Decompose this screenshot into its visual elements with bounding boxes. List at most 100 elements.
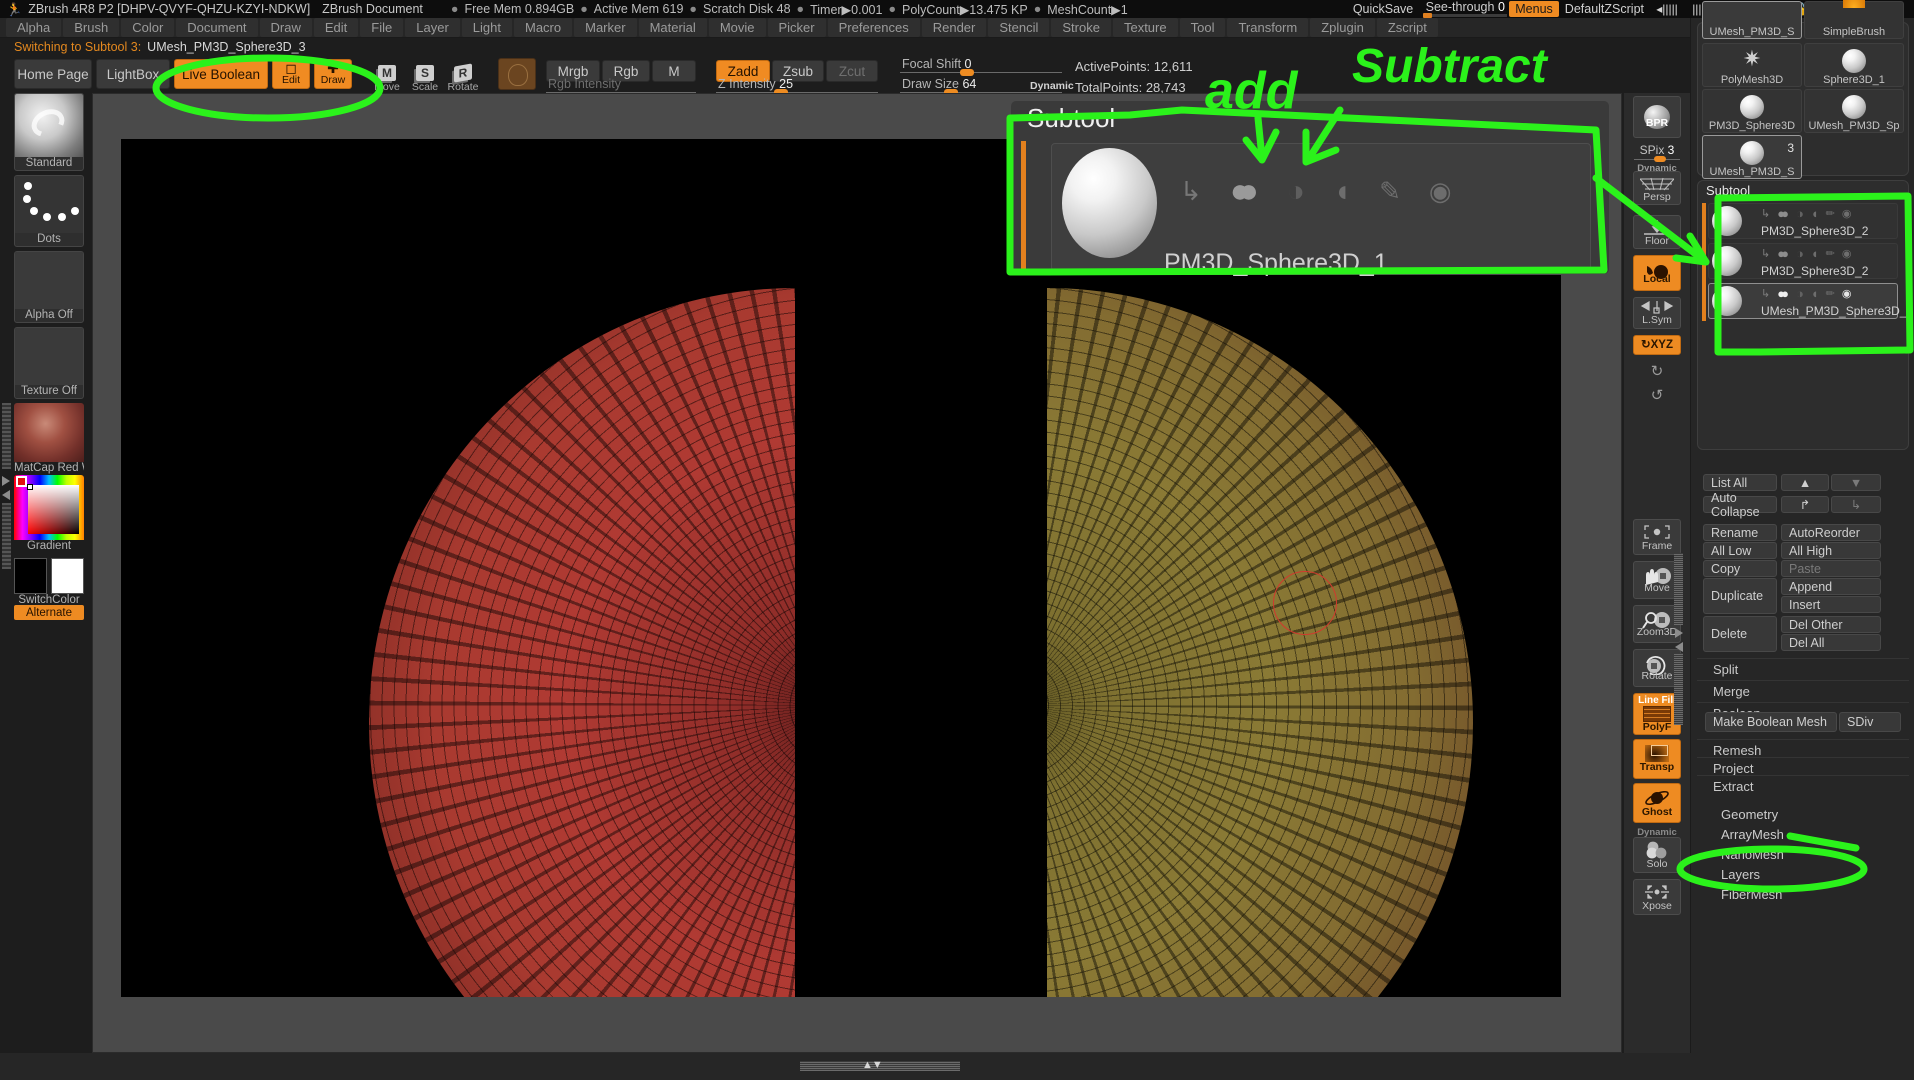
spix-knob[interactable] (1654, 155, 1666, 162)
zscript-label[interactable]: DefaultZScript (1561, 2, 1648, 16)
focal-shift-slider[interactable]: Focal Shift 0 (900, 57, 1062, 76)
all-high-button[interactable]: All High (1781, 542, 1881, 559)
two-spheres-add-icon[interactable]: ●● (1230, 172, 1259, 211)
section-merge[interactable]: Merge (1697, 680, 1909, 702)
rotate-button[interactable]: R Rotate (446, 57, 480, 93)
home-page-button[interactable]: Home Page (14, 59, 92, 89)
menu-item-edit[interactable]: Edit (313, 18, 359, 37)
move-button[interactable]: M Move (370, 57, 404, 93)
list-all-button[interactable]: List All (1703, 474, 1777, 491)
menu-item-transform[interactable]: Transform (1227, 18, 1309, 37)
paint-icon[interactable]: ✏ (1826, 207, 1835, 220)
menu-item-document[interactable]: Document (176, 18, 258, 37)
local-button[interactable]: Local (1633, 255, 1681, 291)
rightbar-grip-top[interactable] (1674, 553, 1683, 625)
eye-visibility-icon[interactable]: ◉ (1429, 176, 1452, 207)
move-up-button[interactable]: ▲ (1781, 474, 1829, 491)
move-down-icon[interactable]: ↳ (1180, 176, 1202, 207)
xpose-button[interactable]: Xpose (1633, 879, 1681, 915)
make-boolean-mesh-button[interactable]: Make Boolean Mesh (1705, 712, 1837, 732)
subtool-row-0[interactable]: ↳ ●● ◑ ◖ ✏ ◉ PM3D_Sphere3D_2 (1708, 203, 1898, 239)
rename-button[interactable]: Rename (1703, 524, 1777, 541)
copy-button[interactable]: Copy (1703, 560, 1777, 577)
two-spheres-add-icon[interactable]: ●● (1777, 206, 1789, 221)
shelf-item-alpha[interactable]: Alpha Off (14, 251, 84, 323)
fold-up-button[interactable]: ↱ (1781, 496, 1829, 513)
move-down-icon[interactable]: ↳ (1761, 207, 1770, 220)
transp-button[interactable]: Transp (1633, 739, 1681, 779)
z-intensity-slider[interactable]: Z Intensity 25 (716, 77, 878, 96)
paint-icon[interactable]: ✏ (1826, 247, 1835, 260)
duplicate-button[interactable]: Duplicate (1703, 578, 1777, 614)
scale-button[interactable]: S Scale (408, 57, 442, 93)
shelf-item-brush[interactable]: Standard (14, 93, 84, 171)
swatch-white[interactable] (51, 558, 84, 594)
quicksave-button[interactable]: QuickSave (1345, 2, 1421, 16)
rightbar-expand-icon[interactable] (1674, 627, 1684, 642)
rightbar-grip-bottom[interactable] (1674, 653, 1683, 725)
paint-icon[interactable]: ✎ (1379, 176, 1401, 207)
xyz-button[interactable]: ↻XYZ (1633, 335, 1681, 355)
tool-cell-polymesh3d[interactable]: ✷ PolyMesh3D (1702, 43, 1802, 87)
paint-icon[interactable]: ✏ (1826, 287, 1835, 300)
rotate-z-button[interactable]: ↺ (1633, 385, 1681, 405)
shelf-expand-right-icon[interactable] (1, 475, 12, 487)
boolean-subtract-icon[interactable]: ◑ (1287, 175, 1305, 209)
boolean-subtract-icon[interactable]: ◑ (1796, 206, 1804, 221)
draw-button[interactable]: ✚ Draw (314, 59, 352, 89)
del-all-button[interactable]: Del All (1781, 634, 1881, 651)
edit-button[interactable]: ◻ Edit (272, 59, 310, 89)
alternate-button[interactable]: Alternate (14, 605, 84, 620)
menu-item-alpha[interactable]: Alpha (6, 18, 62, 37)
eye-visibility-icon[interactable]: ◉ (1842, 207, 1852, 220)
shelf-item-stroke[interactable]: Dots (14, 175, 84, 247)
focal-shift-knob[interactable] (960, 69, 974, 76)
see-through-slider[interactable]: See-through 0 (1423, 0, 1508, 18)
rotate-y-button[interactable]: ↻ (1633, 361, 1681, 381)
menu-item-macro[interactable]: Macro (513, 18, 573, 37)
shelf-item-switchcolor[interactable]: SwitchColor (14, 555, 84, 607)
auto-reorder-button[interactable]: AutoReorder (1781, 524, 1881, 541)
menu-item-color[interactable]: Color (121, 18, 175, 37)
section-split[interactable]: Split (1697, 658, 1909, 680)
subtool-popup-orange-bar[interactable] (1021, 141, 1026, 273)
fold-down-button[interactable]: ↳ (1831, 496, 1881, 513)
boolean-intersect-icon[interactable]: ◖ (1811, 206, 1819, 221)
shelf-item-color[interactable]: Gradient (14, 475, 84, 553)
shelf-collapse-left-icon[interactable] (1, 489, 12, 501)
color-picker-icon[interactable] (14, 475, 84, 540)
canvas-scroll-nub[interactable] (689, 1032, 807, 1044)
swatch-black[interactable] (14, 558, 47, 594)
rightbar-collapse-icon[interactable] (1674, 641, 1684, 656)
menu-item-material[interactable]: Material (638, 18, 707, 37)
subtool-scroll-indicator[interactable] (1702, 203, 1706, 321)
spix-slider[interactable]: SPix 3 (1633, 141, 1681, 163)
eye-visibility-icon[interactable]: ◉ (1842, 247, 1852, 260)
append-button[interactable]: Append (1781, 578, 1881, 595)
current-material-swatch[interactable] (498, 58, 536, 90)
tool-cell-umesh-pm3d-s-selected[interactable]: 3 UMesh_PM3D_S (1702, 135, 1802, 179)
move-down-icon[interactable]: ↳ (1761, 287, 1770, 300)
subtool-popup-row[interactable]: ↳ ●● ◑ ◖ ✎ ◉ PM3D_Sphere3D_1 (1051, 143, 1591, 277)
menus-button[interactable]: Menus (1509, 1, 1559, 17)
rgb-intensity-slider[interactable]: Rgb Intensity (546, 77, 696, 93)
menu-item-file[interactable]: File (360, 18, 404, 37)
paste-button[interactable]: Paste (1781, 560, 1881, 577)
delete-button[interactable]: Delete (1703, 616, 1777, 652)
menu-item-texture[interactable]: Texture (1112, 18, 1178, 37)
move-down-button[interactable]: ▼ (1831, 474, 1881, 491)
tool-cell-umesh-pm3d-sp[interactable]: UMesh_PM3D_Sp (1804, 89, 1904, 133)
menu-item-marker[interactable]: Marker (574, 18, 637, 37)
insert-button[interactable]: Insert (1781, 596, 1881, 613)
persp-button[interactable]: Persp (1633, 171, 1681, 205)
menu-item-stencil[interactable]: Stencil (988, 18, 1050, 37)
menu-item-stroke[interactable]: Stroke (1051, 18, 1111, 37)
frame-button[interactable]: Frame (1633, 519, 1681, 555)
boolean-subtract-icon[interactable]: ◑ (1796, 286, 1804, 301)
subtool-row-2[interactable]: ↳ ●● ◑ ◖ ✏ ◉ UMesh_PM3D_Sphere3D_3 (1708, 283, 1913, 319)
tool-cell-pm3d-sphere3d[interactable]: PM3D_Sphere3D (1702, 89, 1802, 133)
two-spheres-add-icon[interactable]: ●● (1777, 246, 1789, 261)
menu-item-picker[interactable]: Picker (767, 18, 826, 37)
lsym-button[interactable]: L.Sym (1633, 297, 1681, 329)
solo-button[interactable]: Solo (1633, 837, 1681, 873)
